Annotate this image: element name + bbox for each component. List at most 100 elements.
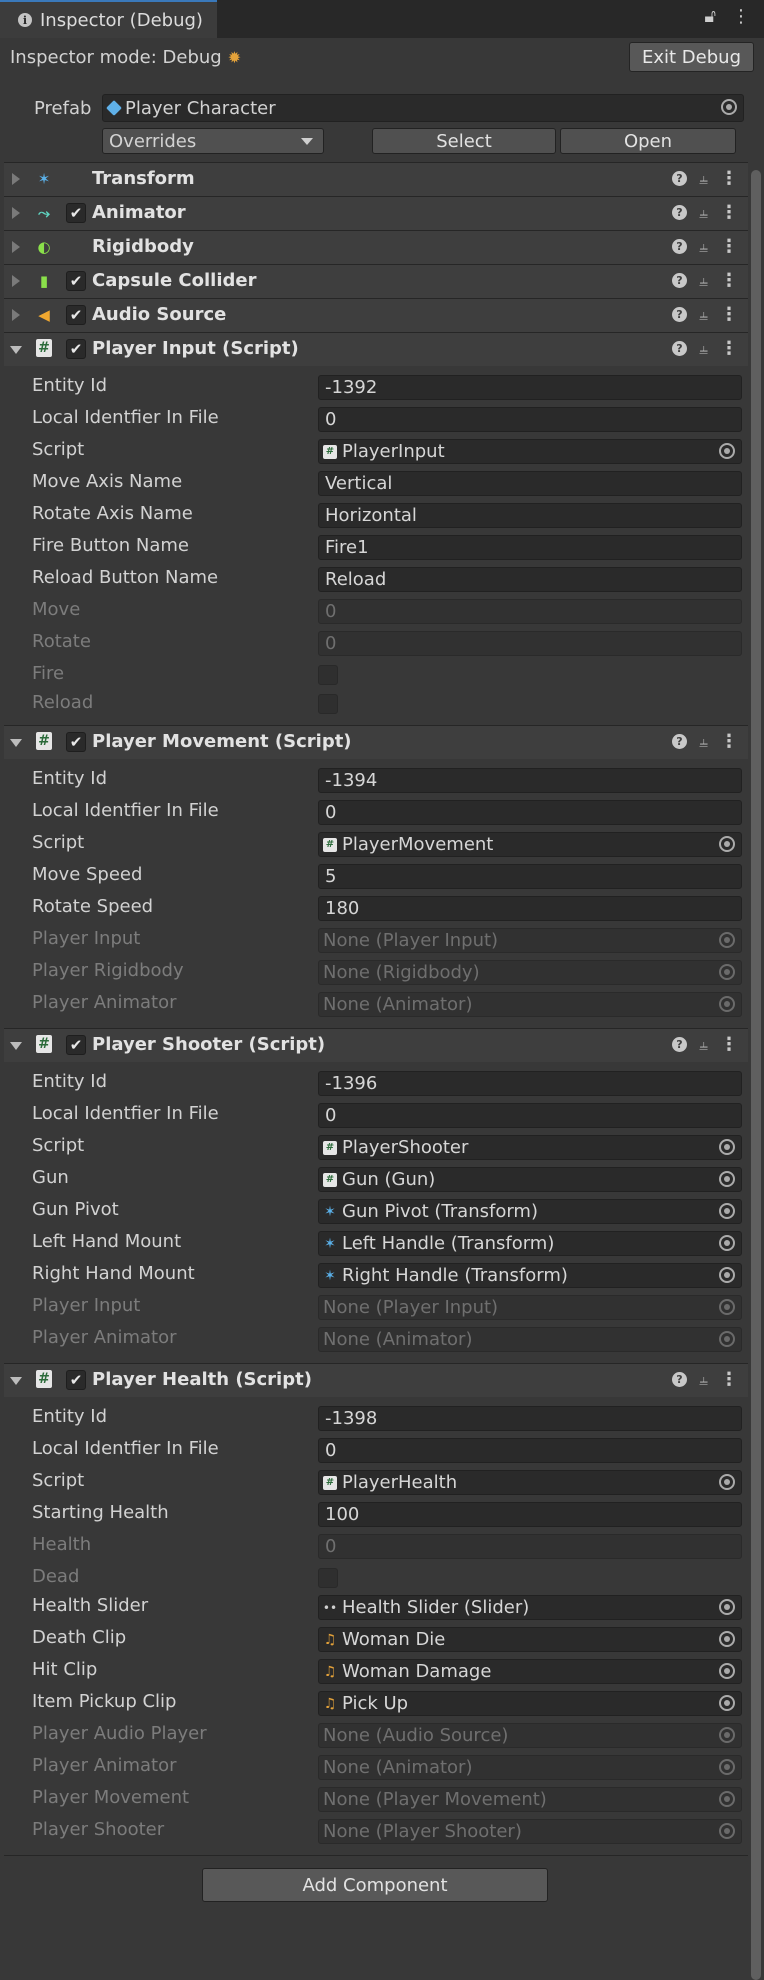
presets-icon[interactable]: ⫨	[699, 271, 708, 291]
tab-inspector[interactable]: i Inspector (Debug)	[0, 0, 217, 38]
help-icon[interactable]: ?	[671, 1372, 687, 1387]
help-icon[interactable]: ?	[671, 1037, 687, 1052]
object-field[interactable]: ✶ Right Handle (Transform)	[318, 1263, 742, 1288]
object-picker-icon[interactable]	[719, 1631, 735, 1647]
presets-icon[interactable]: ⫨	[699, 169, 708, 189]
object-picker-icon[interactable]	[719, 1474, 735, 1490]
object-field[interactable]: ✶ Left Handle (Transform)	[318, 1231, 742, 1256]
component-header-audio-source[interactable]: ◀ ✔ Audio Source? ⫨ ⋮	[4, 298, 748, 332]
scrollbar[interactable]	[751, 80, 761, 1980]
presets-icon[interactable]: ⫨	[699, 339, 708, 359]
presets-icon[interactable]: ⫨	[699, 1035, 708, 1055]
help-icon[interactable]: ?	[671, 273, 687, 288]
help-icon[interactable]: ?	[671, 307, 687, 322]
enabled-checkbox[interactable]: ✔	[66, 271, 86, 291]
help-icon[interactable]: ?	[671, 205, 687, 220]
property-input[interactable]: 100	[318, 1502, 742, 1527]
property-input[interactable]: Vertical	[318, 471, 742, 496]
object-field[interactable]: ♫ Woman Die	[318, 1627, 742, 1652]
component-header-script[interactable]: # ✔ Player Movement (Script)? ⫨ ⋮	[4, 725, 748, 759]
presets-icon[interactable]: ⫨	[699, 203, 708, 223]
foldout-arrow-icon[interactable]	[10, 346, 22, 354]
enabled-checkbox[interactable]: ✔	[66, 1035, 86, 1055]
object-picker-icon[interactable]	[719, 1171, 735, 1187]
help-icon[interactable]: ?	[671, 734, 687, 749]
component-header-animator[interactable]: ⤳ ✔ Animator? ⫨ ⋮	[4, 196, 748, 230]
enabled-checkbox[interactable]: ✔	[66, 305, 86, 325]
enabled-checkbox[interactable]: ✔	[66, 339, 86, 359]
property-input[interactable]: 180	[318, 896, 742, 921]
component-header-script[interactable]: # ✔ Player Health (Script)? ⫨ ⋮	[4, 1363, 748, 1397]
enabled-checkbox[interactable]: ✔	[66, 1370, 86, 1390]
object-field[interactable]: ✶ Gun Pivot (Transform)	[318, 1199, 742, 1224]
object-picker-icon[interactable]	[719, 1235, 735, 1251]
object-picker-icon[interactable]	[719, 1203, 735, 1219]
object-field[interactable]: # PlayerMovement	[318, 832, 742, 857]
foldout-arrow-icon[interactable]	[12, 275, 20, 287]
object-picker-icon[interactable]	[721, 99, 737, 115]
object-picker-icon[interactable]	[719, 836, 735, 852]
scrollbar-thumb[interactable]	[751, 170, 761, 1980]
kebab-menu-icon[interactable]: ⋮	[732, 6, 750, 27]
help-icon[interactable]: ?	[671, 239, 687, 254]
object-field[interactable]: ♫ Pick Up	[318, 1691, 742, 1716]
presets-icon[interactable]: ⫨	[699, 1370, 708, 1390]
kebab-menu-icon[interactable]: ⋮	[720, 731, 738, 752]
prefab-field[interactable]: Player Character	[102, 94, 744, 122]
property-input[interactable]: Fire1	[318, 535, 742, 560]
object-field[interactable]: ♫ Woman Damage	[318, 1659, 742, 1684]
object-field[interactable]: # Gun (Gun)	[318, 1167, 742, 1192]
overrides-dropdown[interactable]: Overrides	[102, 128, 324, 154]
foldout-arrow-icon[interactable]	[12, 241, 20, 253]
lock-icon[interactable]: 🔓︎	[704, 6, 716, 27]
presets-icon[interactable]: ⫨	[699, 237, 708, 257]
kebab-menu-icon[interactable]: ⋮	[720, 1369, 738, 1390]
property-input[interactable]: 0	[318, 1103, 742, 1128]
object-picker-icon[interactable]	[719, 1139, 735, 1155]
property-input[interactable]: -1398	[318, 1406, 742, 1431]
property-input[interactable]: -1394	[318, 768, 742, 793]
foldout-arrow-icon[interactable]	[12, 309, 20, 321]
property-input[interactable]: 0	[318, 1438, 742, 1463]
property-input[interactable]: Horizontal	[318, 503, 742, 528]
kebab-menu-icon[interactable]: ⋮	[720, 1034, 738, 1055]
component-header-script[interactable]: # ✔ Player Shooter (Script)? ⫨ ⋮	[4, 1028, 748, 1062]
property-input[interactable]: 5	[318, 864, 742, 889]
foldout-arrow-icon[interactable]	[10, 1377, 22, 1385]
object-picker-icon[interactable]	[719, 1695, 735, 1711]
component-header-script[interactable]: # ✔ Player Input (Script)? ⫨ ⋮	[4, 332, 748, 366]
kebab-menu-icon[interactable]: ⋮	[720, 168, 738, 189]
presets-icon[interactable]: ⫨	[699, 305, 708, 325]
object-field[interactable]: # PlayerHealth	[318, 1470, 742, 1495]
foldout-arrow-icon[interactable]	[10, 739, 22, 747]
object-picker-icon[interactable]	[719, 443, 735, 459]
kebab-menu-icon[interactable]: ⋮	[720, 236, 738, 257]
property-input[interactable]: 0	[318, 800, 742, 825]
property-input[interactable]: 0	[318, 407, 742, 432]
kebab-menu-icon[interactable]: ⋮	[720, 202, 738, 223]
help-icon[interactable]: ?	[671, 171, 687, 186]
property-input[interactable]: -1392	[318, 375, 742, 400]
object-field[interactable]: •• Health Slider (Slider)	[318, 1595, 742, 1620]
property-input[interactable]: -1396	[318, 1071, 742, 1096]
kebab-menu-icon[interactable]: ⋮	[720, 338, 738, 359]
kebab-menu-icon[interactable]: ⋮	[720, 270, 738, 291]
select-button[interactable]: Select	[372, 128, 556, 154]
kebab-menu-icon[interactable]: ⋮	[720, 304, 738, 325]
component-header-capsule-collider[interactable]: ▮ ✔ Capsule Collider? ⫨ ⋮	[4, 264, 748, 298]
enabled-checkbox[interactable]: ✔	[66, 203, 86, 223]
presets-icon[interactable]: ⫨	[699, 732, 708, 752]
exit-debug-button[interactable]: Exit Debug	[629, 42, 754, 72]
component-header-transform[interactable]: ✶ Transform? ⫨ ⋮	[4, 162, 748, 196]
add-component-button[interactable]: Add Component	[202, 1868, 548, 1902]
property-input[interactable]: Reload	[318, 567, 742, 592]
enabled-checkbox[interactable]: ✔	[66, 732, 86, 752]
object-field[interactable]: # PlayerShooter	[318, 1135, 742, 1160]
object-picker-icon[interactable]	[719, 1267, 735, 1283]
foldout-arrow-icon[interactable]	[12, 173, 20, 185]
object-picker-icon[interactable]	[719, 1663, 735, 1679]
foldout-arrow-icon[interactable]	[12, 207, 20, 219]
component-header-rigidbody[interactable]: ◐ Rigidbody? ⫨ ⋮	[4, 230, 748, 264]
object-field[interactable]: # PlayerInput	[318, 439, 742, 464]
help-icon[interactable]: ?	[671, 341, 687, 356]
